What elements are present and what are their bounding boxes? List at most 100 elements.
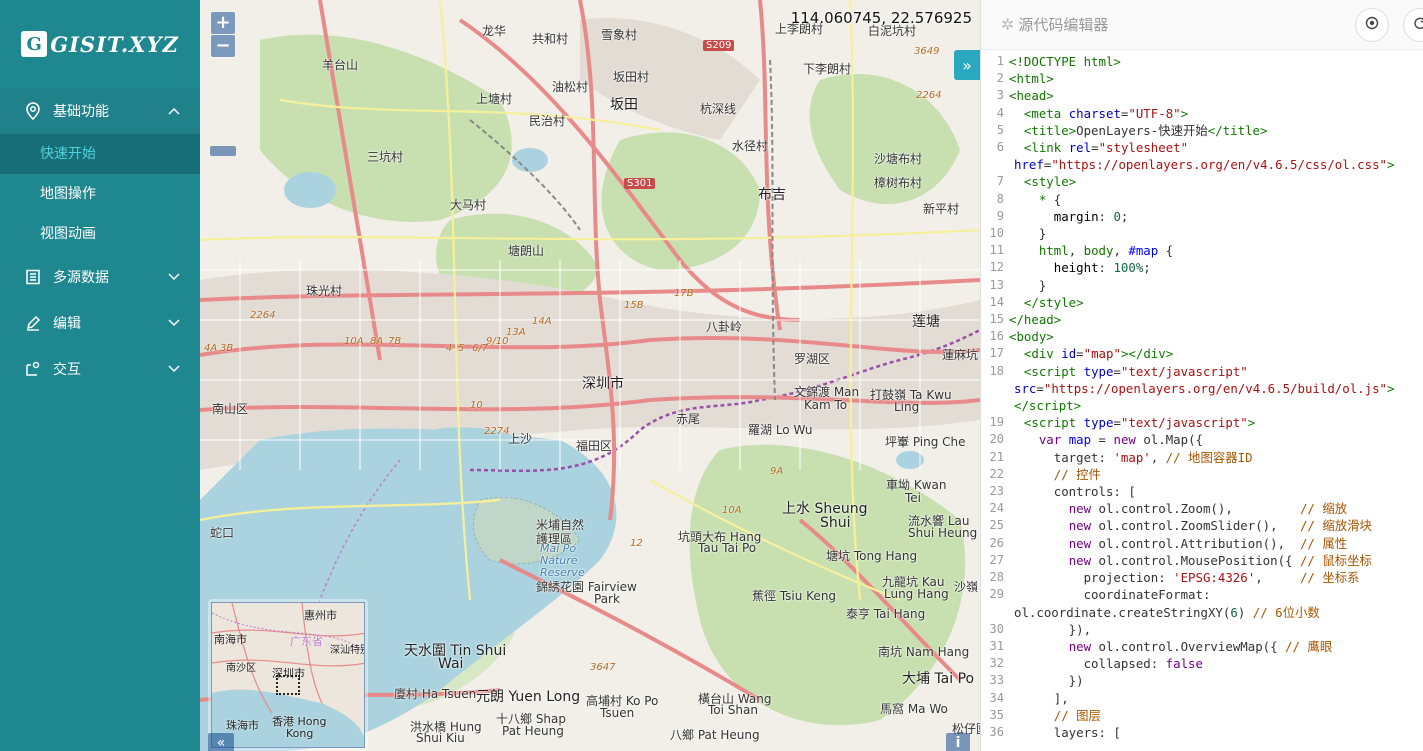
- map-place-label: 上塘村: [476, 92, 513, 106]
- double-chevron-right-icon: »: [962, 55, 972, 75]
- code-line[interactable]: 22 // 控件: [981, 466, 1423, 483]
- submenu-item-quickstart[interactable]: 快速开始: [0, 134, 200, 174]
- code-line[interactable]: 13 }: [981, 277, 1423, 294]
- code-line[interactable]: 33 }): [981, 672, 1423, 689]
- code-line[interactable]: href="https://openlayers.org/en/v4.6.5/c…: [981, 156, 1423, 173]
- code-line[interactable]: 5 <title>OpenLayers-快速开始</title>: [981, 122, 1423, 139]
- code-line[interactable]: 34 ],: [981, 690, 1423, 707]
- menu-group-multisource[interactable]: 多源数据: [0, 254, 200, 300]
- map-place-label: 三坑村: [367, 150, 404, 164]
- gear-icon: ✲: [1001, 15, 1015, 34]
- code-line[interactable]: 7 <style>: [981, 173, 1423, 190]
- code-line[interactable]: 3 <head>: [981, 87, 1423, 104]
- map-place-label: 水径村: [732, 139, 769, 153]
- toggle-code-panel-button[interactable]: »: [954, 50, 980, 80]
- line-number: 4: [996, 105, 1004, 120]
- code-line[interactable]: 35 // 图层: [981, 707, 1423, 724]
- map-place-label: 南山区: [212, 402, 249, 416]
- code-line[interactable]: 1 <!DOCTYPE html>: [981, 53, 1423, 70]
- code-line[interactable]: 17 <div id="map"></div>: [981, 345, 1423, 362]
- attribution-button[interactable]: i: [946, 733, 970, 751]
- code-line[interactable]: 18 <script type="text/javascript": [981, 363, 1423, 380]
- code-line[interactable]: 24 new ol.control.Zoom(), // 缩放: [981, 500, 1423, 517]
- code-line[interactable]: 36 layers: [: [981, 724, 1423, 741]
- map-place-label: Shui Kiu: [416, 731, 465, 745]
- line-number: 1: [996, 54, 1004, 68]
- code-line[interactable]: 16 <body>: [981, 328, 1423, 345]
- reset-button[interactable]: [1403, 7, 1423, 42]
- logo[interactable]: G GISIT.XYZ: [0, 0, 200, 88]
- line-number: 7: [996, 174, 1004, 189]
- line-number: 21: [989, 449, 1004, 464]
- overview-map[interactable]: 惠州市 广东省 深汕特别合作区 南海市 南沙区 深圳市 珠海市 香港 Hong …: [208, 599, 368, 751]
- zoom-out-button[interactable]: −: [211, 35, 235, 57]
- overview-collapse-button[interactable]: «: [208, 733, 234, 751]
- map-place-label: 沙塘布村: [874, 152, 923, 166]
- code-line[interactable]: 10 }: [981, 225, 1423, 242]
- code-line[interactable]: 29 coordinateFormat:: [981, 586, 1423, 603]
- map-place-label: 蕉徑 Tsiu Keng: [752, 589, 837, 603]
- chevron-down-icon: [168, 317, 180, 329]
- code-line[interactable]: 26 new ol.control.Attribution(), // 属性: [981, 535, 1423, 552]
- map-place-label: 莲塘: [912, 314, 940, 330]
- map-place-label: 坂田村: [613, 70, 650, 84]
- line-number: 11: [989, 243, 1004, 258]
- code-line[interactable]: </script>: [981, 397, 1423, 414]
- code-line[interactable]: 6 <link rel="stylesheet": [981, 139, 1423, 156]
- map-place-label: Tau Tai Po: [698, 541, 757, 555]
- line-number: 5: [996, 122, 1004, 137]
- overview-map-viewport[interactable]: 惠州市 广东省 深汕特别合作区 南海市 南沙区 深圳市 珠海市 香港 Hong …: [211, 602, 365, 748]
- code-line[interactable]: 31 new ol.control.OverviewMap({ // 鹰眼: [981, 638, 1423, 655]
- map-road-label: 10: [470, 400, 483, 411]
- code-line[interactable]: 14 </style>: [981, 294, 1423, 311]
- code-line[interactable]: 11 html, body, #map {: [981, 242, 1423, 259]
- overview-label: 南海市: [214, 633, 247, 646]
- code-line[interactable]: 30 }),: [981, 621, 1423, 638]
- run-button[interactable]: [1355, 7, 1389, 42]
- submenu-item-map-operation[interactable]: 地图操作: [0, 174, 200, 214]
- overview-label: 珠海市: [226, 719, 259, 732]
- line-number: 10: [989, 226, 1004, 241]
- editor-header: ✲ 源代码编辑器: [981, 0, 1423, 50]
- map-place-label: 樟树布村: [874, 176, 923, 190]
- map-place-label: 蛇口: [210, 526, 235, 540]
- map-road-label: 17B: [674, 288, 694, 299]
- map-road-label: 7B: [388, 336, 402, 347]
- line-number: 26: [989, 535, 1004, 550]
- map-place-label: 杭深线: [700, 102, 737, 116]
- code-line[interactable]: 27 new ol.control.MousePosition({ // 鼠标坐…: [981, 552, 1423, 569]
- code-line[interactable]: 32 collapsed: false: [981, 655, 1423, 672]
- map-place-label: 罗湖区: [794, 352, 831, 366]
- zoom-slider-thumb[interactable]: [210, 146, 236, 156]
- map-place-label: 塘坑 Tong Hang: [826, 549, 918, 563]
- code-line[interactable]: 20 var map = new ol.Map({: [981, 431, 1423, 448]
- code-area[interactable]: 1 <!DOCTYPE html> 2 <html> 3 <head> 4 <meta ch…: [981, 53, 1423, 751]
- menu-group-interaction[interactable]: 交互: [0, 346, 200, 392]
- code-text: new ol.control.Zoom(), // 缩放: [1068, 501, 1348, 517]
- line-number: 23: [989, 484, 1004, 499]
- code-line[interactable]: 23 controls: [: [981, 483, 1423, 500]
- code-line[interactable]: 21 target: 'map', // 地图容器ID: [981, 449, 1423, 466]
- map-place-label: 油松村: [552, 80, 589, 94]
- line-number: 22: [989, 466, 1004, 481]
- zoom-in-button[interactable]: +: [211, 12, 235, 34]
- code-line[interactable]: 28 projection: 'EPSG:4326', // 坐标系: [981, 569, 1423, 586]
- menu-group-basic[interactable]: 基础功能: [0, 88, 200, 134]
- code-line[interactable]: 25 new ol.control.ZoomSlider(), // 缩放滑块: [981, 517, 1423, 534]
- code-line[interactable]: 2 <html>: [981, 70, 1423, 87]
- map-place-label: 蓮麻坑 L: [942, 348, 980, 362]
- code-line[interactable]: ol.coordinate.createStringXY(6) // 6位小数: [981, 604, 1423, 621]
- map-place-label: 福田区: [576, 439, 613, 453]
- code-line[interactable]: 19 <script type="text/javascript">: [981, 414, 1423, 431]
- menu-group-edit[interactable]: 编辑: [0, 300, 200, 346]
- overview-extent-box[interactable]: [276, 675, 300, 695]
- code-line[interactable]: src="https://openlayers.org/en/v4.6.5/bu…: [981, 380, 1423, 397]
- code-line[interactable]: 4 <meta charset="UTF-8">: [981, 105, 1423, 122]
- code-line[interactable]: 9 margin: 0;: [981, 208, 1423, 225]
- code-line[interactable]: 15 </head>: [981, 311, 1423, 328]
- map-road-label: 15B: [624, 300, 644, 311]
- map-viewport[interactable]: 龙华 共和村 雪象村 上李朗村 白泥坑村 羊台山 油松村 坂田村 下李朗村 上塘村 坂田 民治村 杭深线…: [200, 0, 980, 751]
- submenu-item-view-animation[interactable]: 视图动画: [0, 214, 200, 254]
- code-line[interactable]: 12 height: 100%;: [981, 259, 1423, 276]
- code-line[interactable]: 8 * {: [981, 191, 1423, 208]
